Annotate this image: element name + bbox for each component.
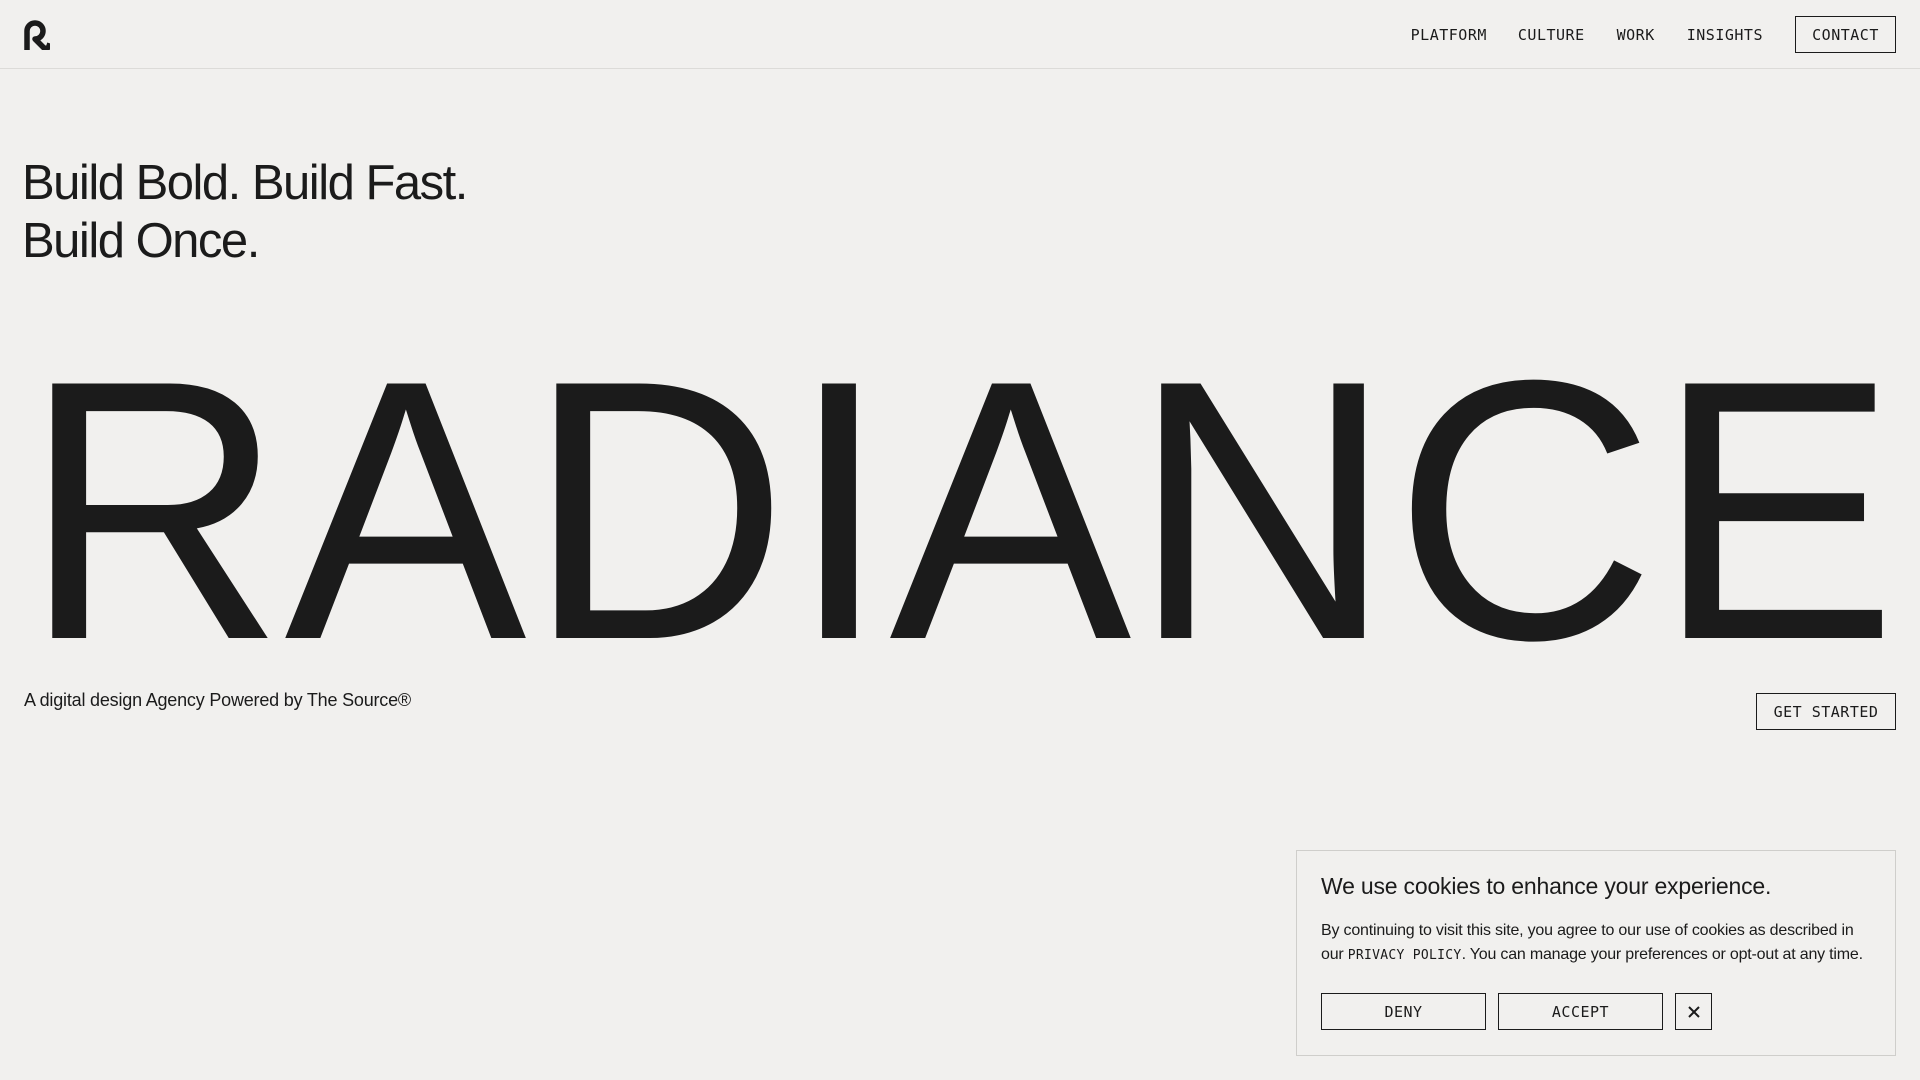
main-nav: PLATFORM CULTURE WORK INSIGHTS CONTACT	[1411, 0, 1920, 69]
cookie-title: We use cookies to enhance your experienc…	[1321, 873, 1772, 899]
cookie-text-after: . You can manage your preferences or opt…	[1461, 946, 1863, 963]
accept-button[interactable]: ACCEPT	[1498, 993, 1663, 1030]
hero-tagline: Build Bold. Build Fast. Build Once.	[22, 154, 468, 270]
nav-link-insights[interactable]: INSIGHTS	[1687, 26, 1763, 44]
nav-link-work[interactable]: WORK	[1617, 26, 1655, 44]
deny-button[interactable]: DENY	[1321, 993, 1486, 1030]
radiance-wordmark: RADIANCE	[0, 330, 1920, 670]
hero-tagline-line-2: Build Once.	[22, 214, 260, 268]
get-started-button[interactable]: GET STARTED	[1756, 693, 1896, 730]
hero-subline: A digital design Agency Powered by The S…	[24, 690, 411, 710]
cookie-actions: DENY ACCEPT	[1321, 993, 1871, 1030]
cookie-banner: We use cookies to enhance your experienc…	[1296, 850, 1896, 1056]
page: PLATFORM CULTURE WORK INSIGHTS CONTACT B…	[0, 0, 1920, 1080]
close-icon[interactable]	[1675, 993, 1712, 1030]
wordmark-text: RADIANCE	[23, 330, 1898, 670]
nav-link-platform[interactable]: PLATFORM	[1411, 26, 1487, 44]
radiance-logo-icon[interactable]	[24, 20, 53, 51]
hero-tagline-line-1: Build Bold. Build Fast.	[22, 156, 468, 210]
privacy-policy-link[interactable]: PRIVACY POLICY	[1348, 948, 1462, 963]
cookie-description: By continuing to visit this site, you ag…	[1321, 919, 1871, 968]
contact-button[interactable]: CONTACT	[1795, 16, 1896, 53]
nav-link-culture[interactable]: CULTURE	[1518, 26, 1585, 44]
site-header: PLATFORM CULTURE WORK INSIGHTS CONTACT	[0, 0, 1920, 69]
